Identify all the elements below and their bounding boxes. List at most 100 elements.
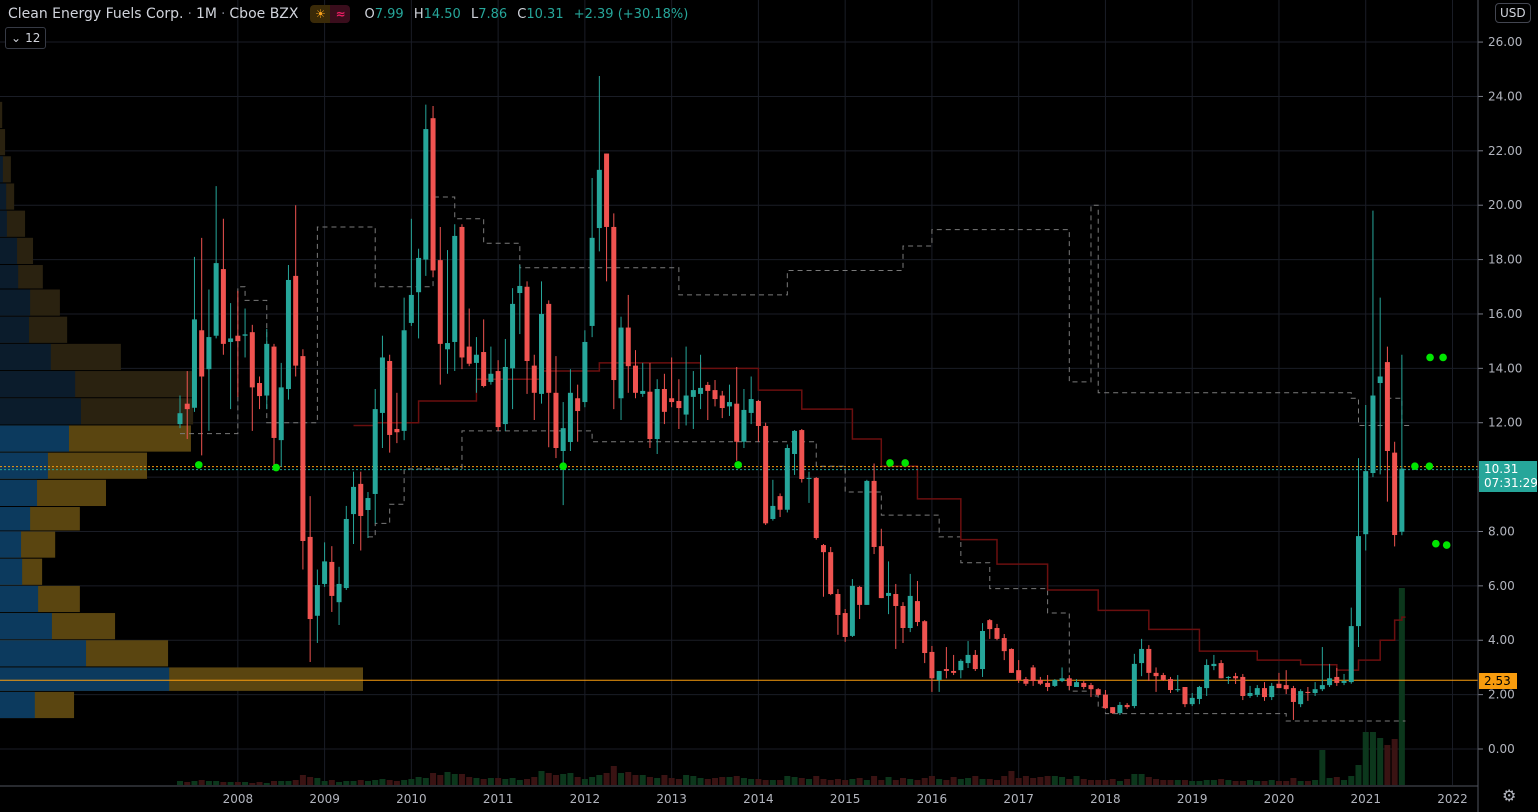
candle-up xyxy=(589,237,595,326)
candle-up xyxy=(864,480,870,605)
candle-down xyxy=(1160,675,1166,680)
candle-down xyxy=(481,352,487,387)
volume-bar xyxy=(430,773,437,785)
y-tick-label: 16.00 xyxy=(1488,307,1522,321)
candle-down xyxy=(459,226,465,358)
volume-bar xyxy=(1275,781,1282,785)
close-label: C xyxy=(517,6,527,22)
volume-bar xyxy=(820,779,827,785)
signal-dot xyxy=(1432,539,1440,548)
volume-bar xyxy=(1008,771,1015,785)
wave-icon[interactable]: ≈ xyxy=(330,5,351,23)
candle-up xyxy=(445,343,451,350)
candle-down xyxy=(647,391,653,440)
candle-up xyxy=(539,313,544,394)
volume-bar xyxy=(444,772,451,785)
volume-bar xyxy=(1218,779,1225,785)
candle-down xyxy=(1001,638,1007,652)
signal-dot xyxy=(559,462,567,471)
chevron-down-icon: ⌄ xyxy=(11,31,22,45)
candle-down xyxy=(878,546,884,599)
volume-bar xyxy=(704,779,711,785)
candle-down xyxy=(1240,676,1246,696)
candle-down xyxy=(676,400,682,409)
volume-bar xyxy=(473,778,480,785)
candle-down xyxy=(712,390,718,400)
volume-bar xyxy=(278,781,285,785)
candle-up xyxy=(936,670,942,680)
indicators-collapse-button[interactable]: ⌄ 12 xyxy=(5,27,47,49)
open-label: O xyxy=(364,6,375,22)
volume-bar xyxy=(538,771,545,785)
x-tick-label: 2018 xyxy=(1090,792,1121,806)
volume-bar xyxy=(336,782,343,785)
candle-down xyxy=(1233,676,1239,679)
candle-up xyxy=(401,330,407,431)
candle-down xyxy=(705,384,711,391)
volume-bar xyxy=(256,782,263,785)
volume-bar xyxy=(198,780,205,785)
y-tick-label: 8.00 xyxy=(1488,524,1515,538)
volume-profile-up-bar xyxy=(0,640,87,667)
symbol-name[interactable]: Clean Energy Fuels Corp. xyxy=(8,6,184,22)
high-value: 14.50 xyxy=(423,6,461,22)
volume-profile-up-bar xyxy=(0,585,39,613)
x-tick-label: 2008 xyxy=(223,792,254,806)
x-tick-label: 2017 xyxy=(1003,792,1034,806)
volume-bar xyxy=(1355,765,1362,785)
volume-bar xyxy=(177,781,183,785)
candle-down xyxy=(257,383,263,397)
candle-down xyxy=(466,346,472,364)
interval[interactable]: 1M xyxy=(196,6,217,22)
candle-up xyxy=(423,129,429,260)
price-chart[interactable]: 0.002.004.006.008.0010.0012.0014.0016.00… xyxy=(0,0,1538,812)
indicator-count: 12 xyxy=(25,31,41,45)
volume-bar xyxy=(639,775,646,785)
volume-bar xyxy=(1362,732,1369,785)
x-tick-label: 2009 xyxy=(309,792,340,806)
candle-down xyxy=(842,613,848,637)
volume-bar xyxy=(509,778,516,785)
volume-bar xyxy=(495,778,502,785)
x-tick-label: 2012 xyxy=(570,792,601,806)
volume-bar xyxy=(408,779,415,785)
currency-button[interactable]: USD xyxy=(1495,3,1531,23)
volume-bar xyxy=(719,777,726,785)
candle-up xyxy=(452,235,458,342)
volume-bar xyxy=(1225,780,1232,785)
sun-icon[interactable]: ☀ xyxy=(310,5,331,23)
y-tick-label: 20.00 xyxy=(1488,198,1522,212)
volume-bar xyxy=(1138,774,1145,785)
volume-bar xyxy=(907,779,914,785)
grid xyxy=(0,0,1478,785)
candle-down xyxy=(943,669,949,671)
candle-up xyxy=(683,395,689,415)
volume-bar xyxy=(632,775,639,785)
volume-bar xyxy=(1066,779,1073,785)
volume-bar xyxy=(487,778,494,785)
volume-bar xyxy=(769,780,776,785)
volume-bar xyxy=(321,781,328,785)
candle-down xyxy=(1088,685,1094,690)
volume-bar xyxy=(1167,780,1174,785)
high-label: H xyxy=(413,6,424,22)
volume-bar xyxy=(263,783,270,785)
gear-icon[interactable]: ⚙ xyxy=(1502,786,1516,805)
candle-down xyxy=(857,586,863,605)
y-tick-label: 4.00 xyxy=(1488,633,1515,647)
candles xyxy=(177,76,1405,720)
volume-bar xyxy=(364,781,371,785)
open-value: 7.99 xyxy=(374,6,404,22)
candle-up xyxy=(1312,689,1318,693)
x-tick-label: 2020 xyxy=(1264,792,1295,806)
volume-profile-up-bar xyxy=(0,452,48,479)
candle-down xyxy=(1146,648,1152,673)
volume-bar xyxy=(415,777,422,785)
x-tick-label: 2014 xyxy=(743,792,774,806)
candle-down xyxy=(531,365,537,393)
status-badges[interactable]: ☀ ≈ xyxy=(310,5,351,23)
volume-bar xyxy=(834,779,841,785)
candle-up xyxy=(980,630,986,670)
candle-down xyxy=(546,303,552,393)
volume-bar xyxy=(184,782,191,785)
